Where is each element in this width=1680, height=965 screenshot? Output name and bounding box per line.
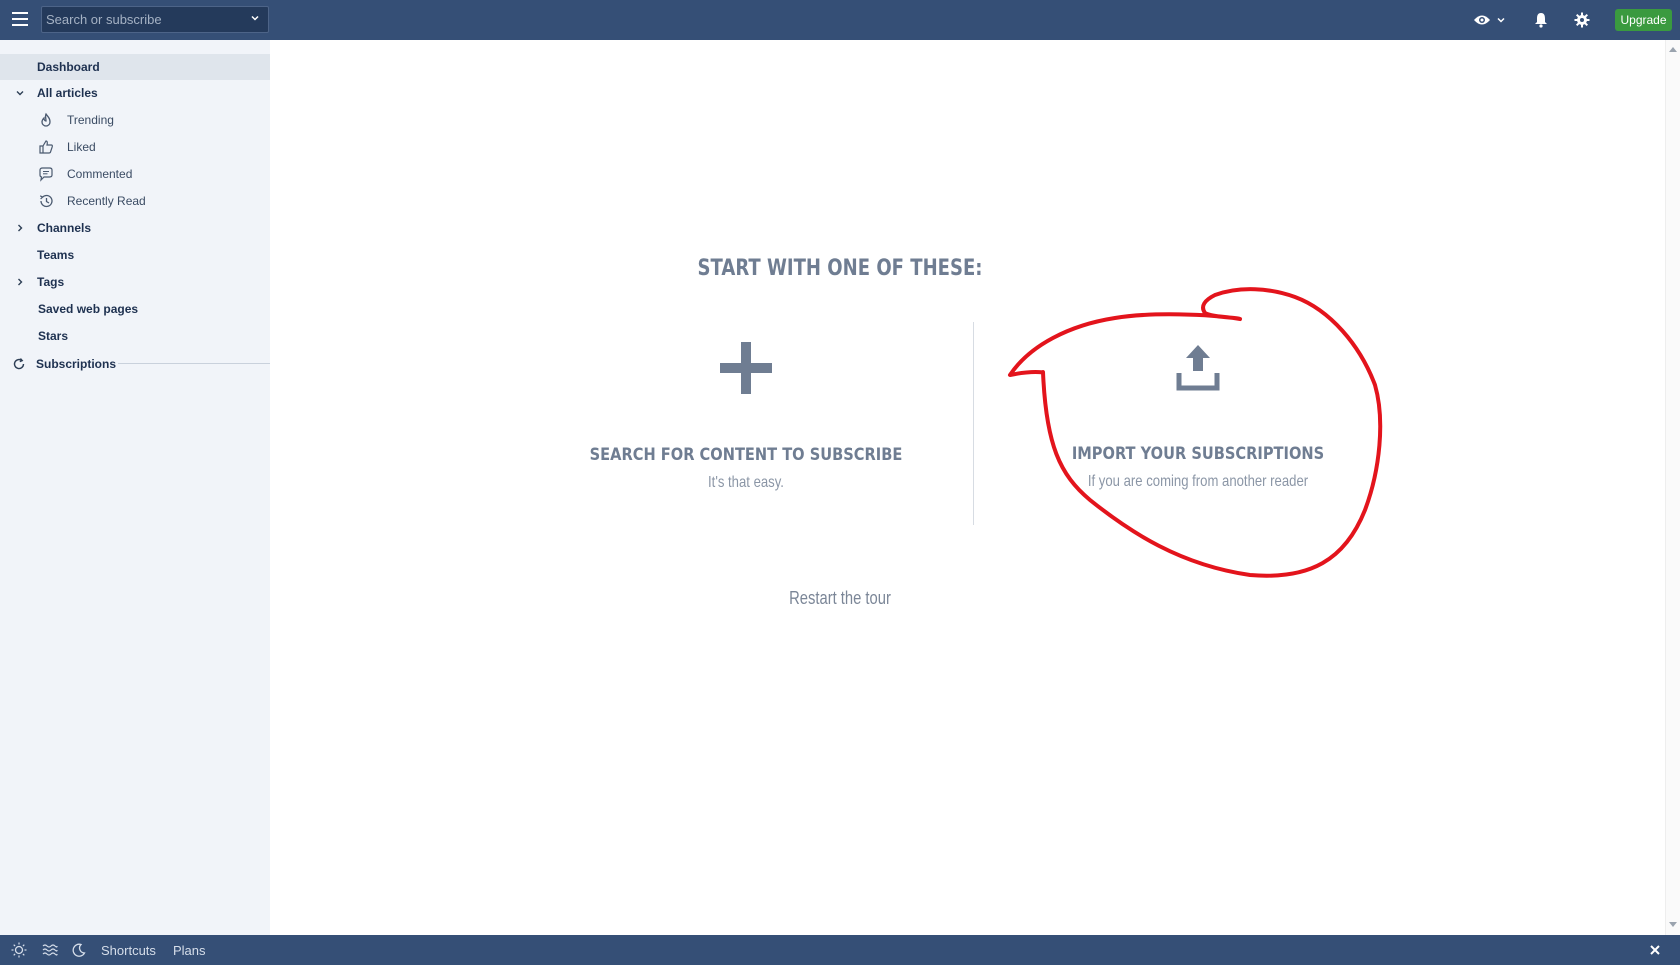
sidebar-item-label: Saved web pages	[38, 302, 139, 316]
top-bar: Upgrade	[0, 0, 1680, 40]
gear-icon	[1574, 12, 1590, 28]
refresh-icon[interactable]	[12, 357, 26, 371]
sidebar-item-label: Channels	[37, 221, 92, 235]
history-icon	[39, 194, 53, 208]
waves-icon	[42, 944, 58, 956]
sidebar-item-label: Liked	[67, 140, 96, 154]
option-divider	[973, 322, 974, 525]
comment-icon	[39, 167, 53, 182]
sidebar-item-label: Subscriptions	[36, 357, 117, 371]
dark-theme-button[interactable]	[72, 935, 86, 965]
notifications-button[interactable]	[1534, 10, 1548, 30]
sidebar-item-label: Trending	[67, 113, 114, 127]
bell-icon	[1535, 13, 1547, 28]
sidebar-item-trending[interactable]: Trending	[0, 107, 270, 133]
bottom-bar: Shortcuts Plans	[0, 935, 1680, 965]
sidebar-item-label: All articles	[37, 86, 98, 100]
sidebar-item-label: Stars	[38, 329, 69, 343]
thumbs-up-icon	[39, 140, 53, 154]
restart-tour-link[interactable]: Restart the tour	[151, 588, 1529, 609]
import-subscriptions-option[interactable]: IMPORT YOUR SUBSCRIPTIONS If you are com…	[988, 343, 1408, 491]
sidebar-item-label: Dashboard	[37, 60, 100, 74]
chevron-down-icon[interactable]	[15, 88, 25, 98]
sepia-theme-button[interactable]	[42, 935, 58, 965]
scroll-down-arrow-icon[interactable]	[1669, 922, 1677, 928]
eye-icon	[1474, 15, 1490, 25]
flame-icon	[41, 112, 51, 127]
chevron-right-icon[interactable]	[15, 223, 25, 233]
shortcuts-link[interactable]: Shortcuts	[101, 935, 156, 965]
sun-icon	[11, 942, 27, 958]
sidebar-item-all-articles[interactable]: All articles	[0, 80, 270, 106]
eye-menu-button[interactable]	[1473, 10, 1507, 30]
search-box[interactable]	[41, 6, 269, 33]
search-content-option[interactable]: SEARCH FOR CONTENT TO SUBSCRIBE It's tha…	[536, 340, 956, 492]
chevron-down-icon[interactable]	[250, 13, 260, 23]
sidebar-item-subscriptions[interactable]: Subscriptions	[0, 351, 270, 377]
sidebar-item-liked[interactable]: Liked	[0, 134, 270, 160]
settings-button[interactable]	[1574, 10, 1590, 30]
sidebar: Dashboard All articles Trending Liked Co…	[0, 40, 270, 935]
divider	[118, 363, 270, 364]
chevron-right-icon[interactable]	[15, 277, 25, 287]
main-content	[270, 40, 1665, 935]
sidebar-item-recently-read[interactable]: Recently Read	[0, 188, 270, 214]
option-title: IMPORT YOUR SUBSCRIPTIONS	[1071, 444, 1325, 464]
sidebar-item-label: Teams	[37, 248, 75, 262]
option-subtitle: If you are coming from another reader	[1087, 473, 1309, 490]
scroll-up-arrow-icon[interactable]	[1669, 46, 1677, 52]
moon-icon	[72, 943, 86, 957]
upload-icon	[1176, 345, 1220, 391]
option-subtitle: It's that easy.	[708, 474, 784, 491]
chevron-down-icon	[1497, 17, 1505, 23]
vertical-scrollbar[interactable]	[1665, 40, 1680, 935]
upgrade-button[interactable]: Upgrade	[1615, 9, 1672, 31]
sidebar-item-saved-web-pages[interactable]: Saved web pages	[0, 296, 270, 322]
onboarding-heading: START WITH ONE OF THESE:	[697, 256, 983, 281]
sidebar-item-label: Recently Read	[67, 194, 146, 208]
sidebar-item-dashboard[interactable]: Dashboard	[0, 54, 270, 80]
close-bottom-bar-button[interactable]	[1650, 935, 1660, 965]
option-title: SEARCH FOR CONTENT TO SUBSCRIBE	[589, 445, 903, 465]
plans-link[interactable]: Plans	[173, 935, 206, 965]
close-icon	[1650, 945, 1660, 955]
sidebar-item-channels[interactable]: Channels	[0, 215, 270, 241]
sidebar-item-commented[interactable]: Commented	[0, 161, 270, 187]
plus-icon	[720, 342, 772, 394]
sidebar-item-label: Commented	[67, 167, 133, 181]
search-input[interactable]	[42, 7, 242, 32]
light-theme-button[interactable]	[11, 935, 27, 965]
hamburger-icon[interactable]	[12, 12, 28, 26]
sidebar-item-stars[interactable]: Stars	[0, 323, 270, 349]
sidebar-item-label: Tags	[37, 275, 65, 289]
